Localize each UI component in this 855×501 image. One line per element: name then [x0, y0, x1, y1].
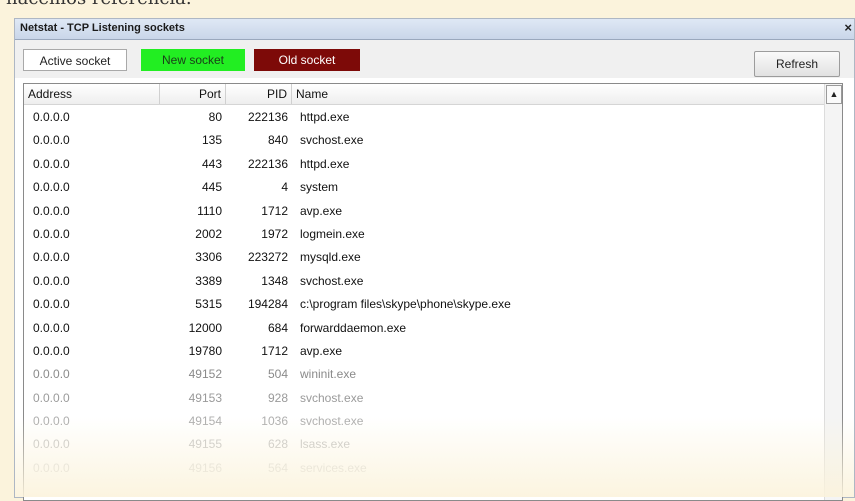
sockets-list[interactable]: Address Port PID Name 0.0.0.0 80 222136 htt… — [23, 83, 843, 501]
cell-name: mysqld.exe — [300, 250, 361, 265]
cell-address: 0.0.0.0 — [33, 226, 70, 241]
scroll-up-arrow-icon[interactable]: ▲ — [826, 85, 842, 104]
toolbar: Active socket New socket Old socket Refr… — [15, 40, 854, 78]
table-row[interactable]: 0.0.0.0 3389 1348 svchost.exe — [24, 270, 825, 293]
cell-address: 0.0.0.0 — [33, 110, 70, 124]
cell-address: 0.0.0.0 — [33, 343, 70, 358]
table-row[interactable]: 0.0.0.0 12000 684 forwarddaemon.exe — [24, 317, 825, 340]
cell-address: 0.0.0.0 — [33, 460, 70, 475]
cell-address: 0.0.0.0 — [33, 156, 70, 171]
new-socket-button[interactable]: New socket — [141, 49, 245, 71]
cell-address: 0.0.0.0 — [33, 367, 70, 382]
cell-name: services.exe — [300, 460, 367, 475]
cell-name: c:\program files\skype\phone\skype.exe — [300, 297, 511, 312]
cell-name: forwarddaemon.exe — [300, 320, 407, 335]
cell-port: 12000 — [188, 320, 222, 335]
cell-name: svchost.exe — [300, 273, 364, 288]
vertical-scrollbar[interactable]: ▲ — [824, 84, 842, 500]
cell-port: 49154 — [188, 414, 222, 429]
refresh-button[interactable]: Refresh — [754, 51, 840, 77]
cell-pid: 222136 — [247, 110, 288, 124]
table-row[interactable]: 0.0.0.0 5315 194284 c:\program files\skype\… — [24, 293, 825, 316]
netstat-window: Netstat - TCP Listening sockets × Active… — [14, 18, 855, 501]
table-row[interactable]: 0.0.0.0 3306 223272 mysqld.exe — [24, 246, 825, 269]
table-row[interactable]: 0.0.0.0 1110 1712 avp.exe — [24, 200, 825, 223]
cell-address: 0.0.0.0 — [33, 437, 70, 452]
cell-address: 0.0.0.0 — [33, 297, 70, 312]
cell-name: system — [300, 180, 339, 195]
table-row[interactable]: 0.0.0.0 19780 1712 avp.exe — [24, 340, 825, 363]
table-row[interactable]: 0.0.0.0 49154 1036 svchost.exe — [24, 410, 825, 433]
cell-name: httpd.exe — [300, 110, 350, 124]
cell-name: avp.exe — [300, 203, 343, 218]
cell-address: 0.0.0.0 — [33, 273, 70, 288]
table-row[interactable]: 0.0.0.0 49153 928 svchost.exe — [24, 387, 825, 410]
cell-port: 443 — [201, 156, 222, 171]
cell-address: 0.0.0.0 — [33, 390, 70, 405]
table-row[interactable]: 0.0.0.0 49155 628 lsass.exe — [24, 433, 825, 456]
cell-pid: 223272 — [247, 250, 288, 265]
cell-pid: 564 — [267, 460, 288, 475]
cell-port: 80 — [208, 110, 222, 124]
cell-address: 0.0.0.0 — [33, 250, 70, 265]
list-header: Address Port PID Name — [24, 84, 825, 105]
cell-address: 0.0.0.0 — [33, 414, 70, 429]
cell-pid: 1972 — [261, 226, 288, 241]
cell-port: 445 — [201, 180, 222, 195]
cell-pid: 1036 — [261, 414, 288, 429]
cell-port: 49155 — [188, 437, 222, 452]
cell-address: 0.0.0.0 — [33, 133, 70, 148]
column-header-port[interactable]: Port — [160, 84, 226, 104]
cell-pid: 628 — [267, 437, 288, 452]
cell-port: 3306 — [195, 250, 222, 265]
table-row[interactable]: 0.0.0.0 2002 1972 logmein.exe — [24, 223, 825, 246]
cell-pid: 504 — [267, 367, 288, 382]
cell-pid: 222136 — [247, 156, 288, 171]
table-row[interactable]: 0.0.0.0 135 840 svchost.exe — [24, 129, 825, 152]
table-row[interactable]: 0.0.0.0 443 222136 httpd.exe — [24, 153, 825, 176]
cell-address: 0.0.0.0 — [33, 203, 70, 218]
old-socket-button[interactable]: Old socket — [254, 49, 360, 71]
cell-port: 19780 — [188, 343, 222, 358]
cell-port: 49152 — [188, 367, 222, 382]
window-title: Netstat - TCP Listening sockets — [20, 22, 185, 34]
column-header-pid[interactable]: PID — [226, 84, 292, 104]
cell-pid: 840 — [267, 133, 288, 148]
table-row[interactable]: 0.0.0.0 80 222136 httpd.exe — [24, 106, 825, 129]
cell-pid: 4 — [281, 180, 288, 195]
cell-name: httpd.exe — [300, 156, 350, 171]
cell-port: 1110 — [197, 203, 222, 218]
cell-pid: 684 — [267, 320, 288, 335]
table-row[interactable]: 0.0.0.0 445 4 system — [24, 176, 825, 199]
cell-name: lsass.exe — [300, 437, 351, 452]
cell-name: svchost.exe — [300, 133, 364, 148]
cell-port: 2002 — [195, 226, 222, 241]
cell-pid: 1348 — [261, 273, 288, 288]
cell-pid: 1712 — [261, 343, 288, 358]
cell-port: 49156 — [188, 460, 222, 475]
cell-port: 49153 — [188, 390, 222, 405]
title-bar: Netstat - TCP Listening sockets × — [15, 19, 854, 40]
table-row[interactable]: 0.0.0.0 49156 564 services.exe — [24, 457, 825, 480]
cell-name: avp.exe — [300, 343, 343, 358]
cell-port: 3389 — [195, 273, 222, 288]
cell-pid: 928 — [267, 390, 288, 405]
column-header-name[interactable]: Name — [292, 84, 825, 104]
cell-port: 135 — [201, 133, 222, 148]
cell-address: 0.0.0.0 — [33, 320, 70, 335]
cell-pid: 194284 — [247, 297, 288, 312]
cell-name: logmein.exe — [300, 226, 365, 241]
cell-pid: 1712 — [261, 203, 288, 218]
rows-container: 0.0.0.0 80 222136 httpd.exe 0.0.0.0 135 840 svc… — [24, 106, 825, 480]
close-icon[interactable]: × — [844, 20, 852, 35]
cell-name: svchost.exe — [300, 390, 364, 405]
table-row[interactable]: 0.0.0.0 49152 504 wininit.exe — [24, 363, 825, 386]
cell-name: wininit.exe — [300, 367, 357, 382]
cell-address: 0.0.0.0 — [33, 180, 70, 195]
cell-port: 5315 — [195, 297, 222, 312]
page-caption-text: hacemos referencia. — [6, 0, 192, 9]
cell-name: svchost.exe — [300, 414, 364, 429]
column-header-address[interactable]: Address — [24, 84, 160, 104]
active-socket-button[interactable]: Active socket — [23, 49, 127, 71]
